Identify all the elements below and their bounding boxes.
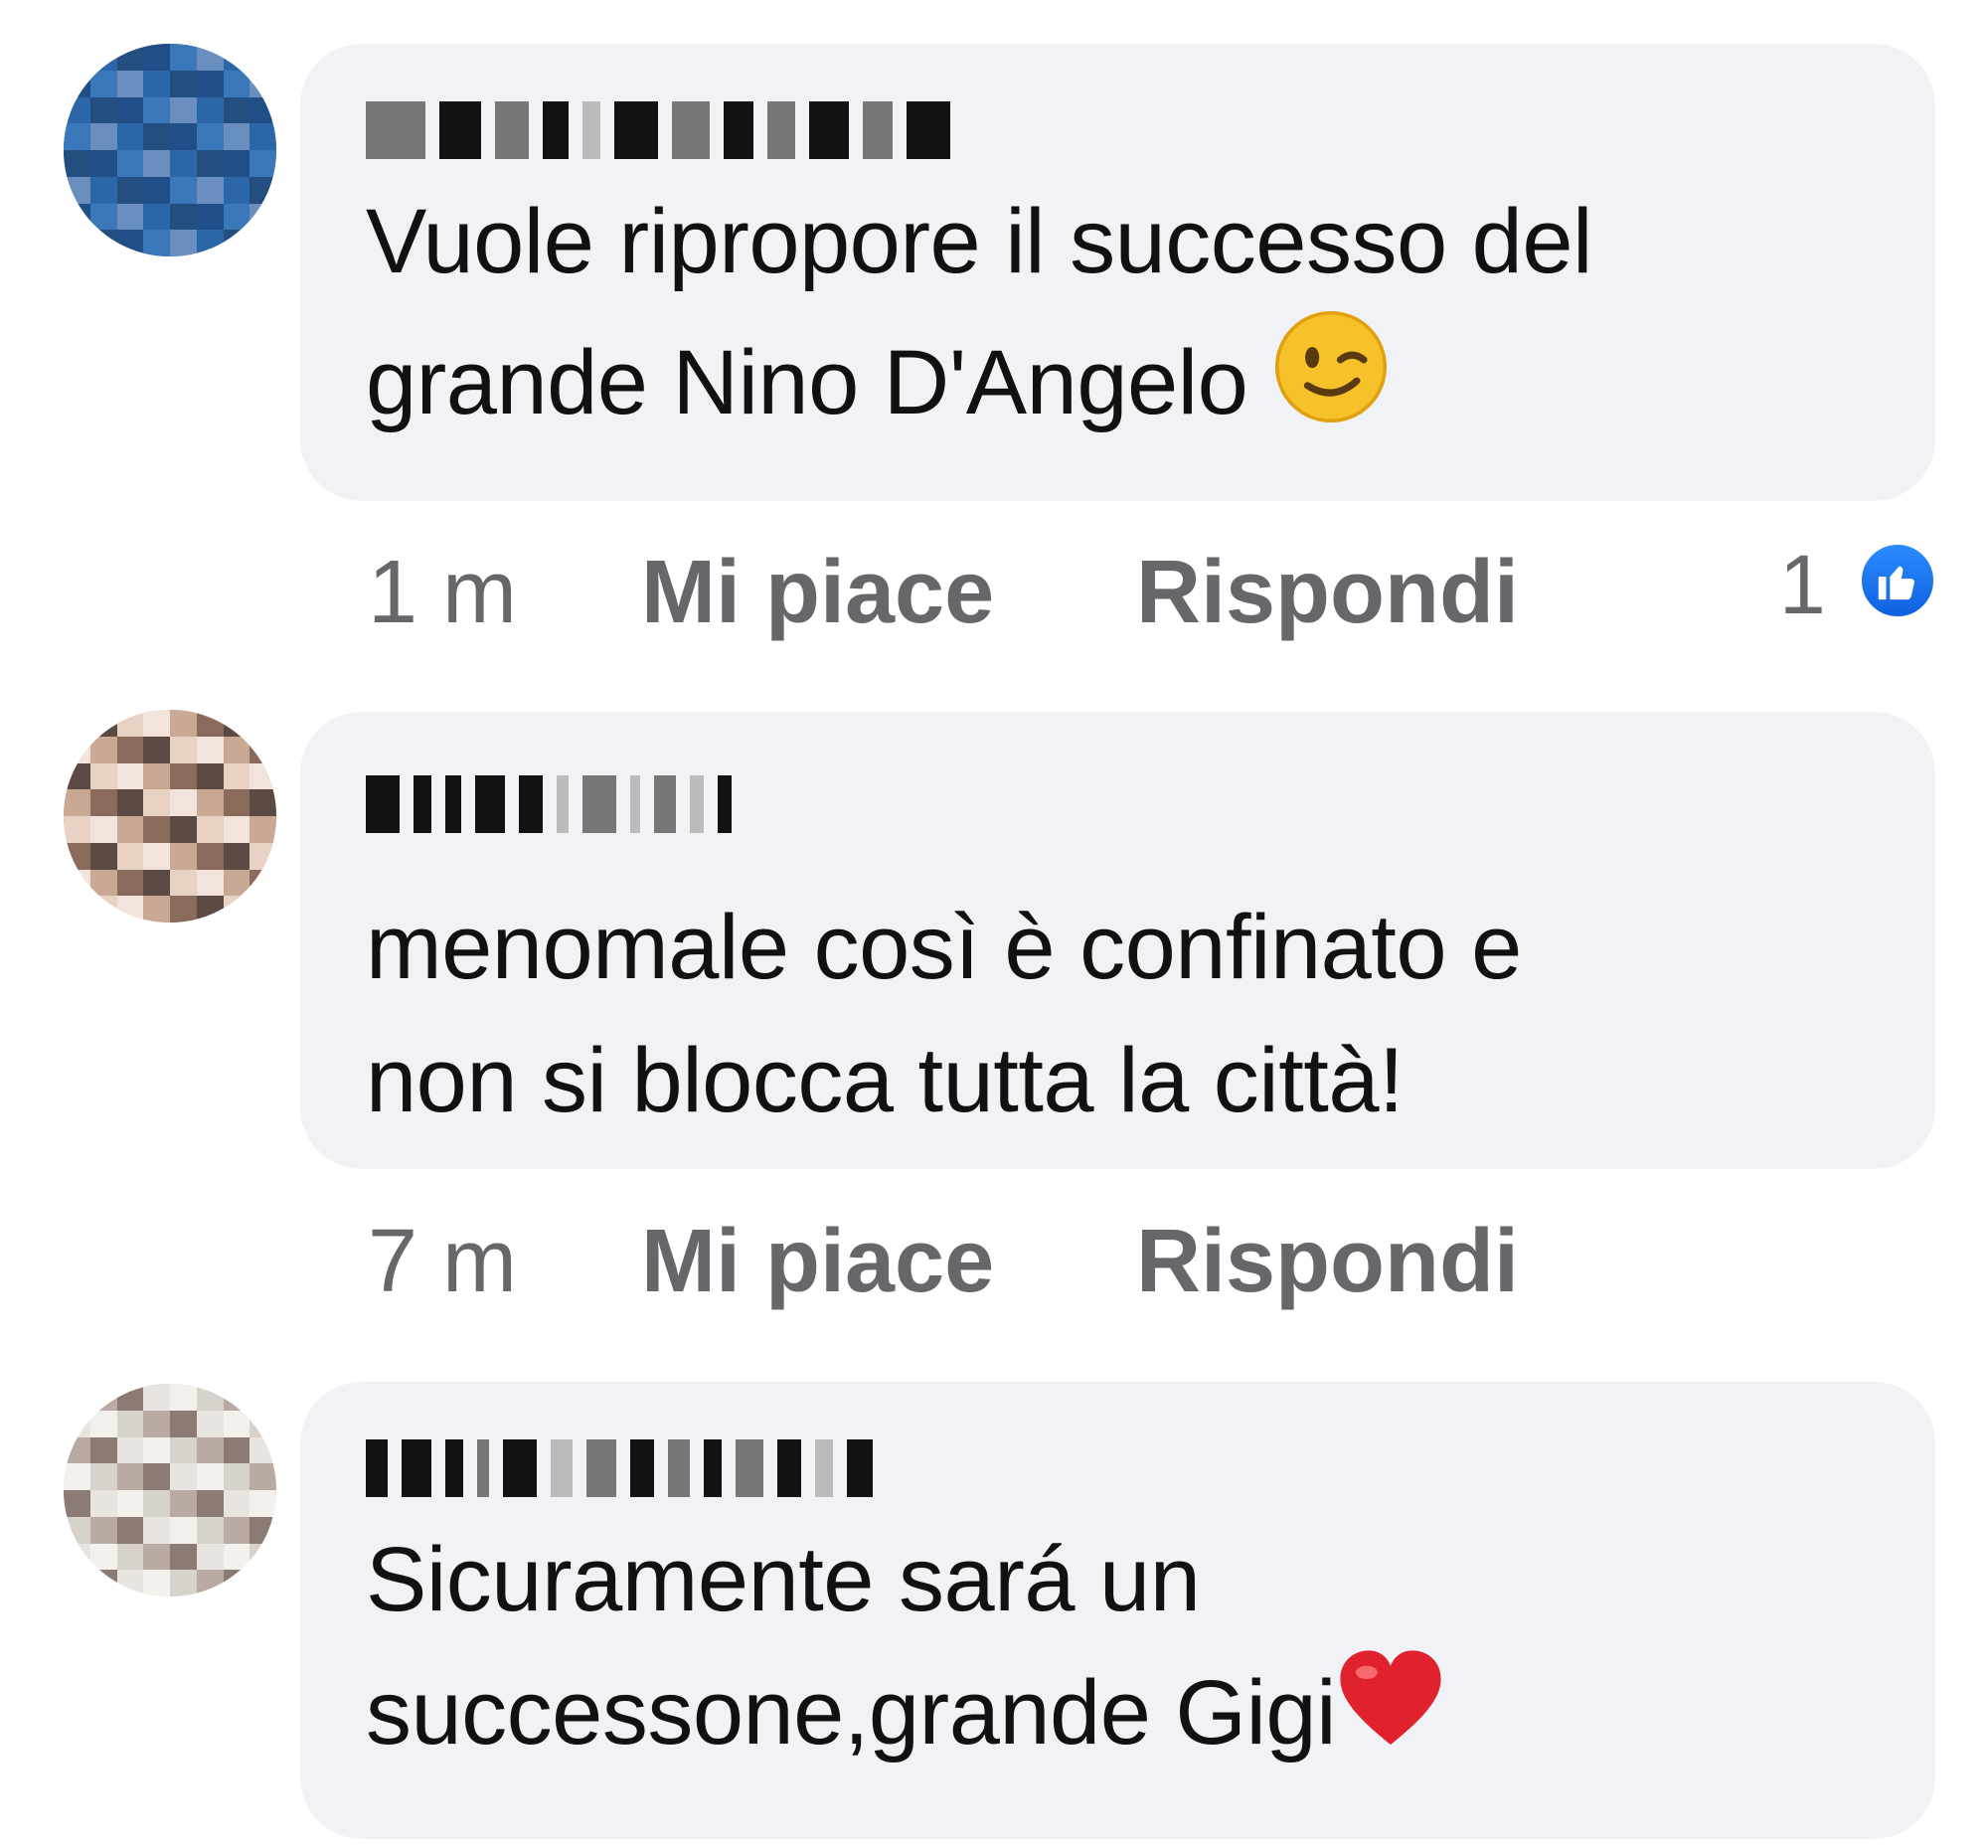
comment-text: Vuole ripropore il successo del grande N… [366,175,1935,461]
author-name-redacted[interactable] [366,85,1935,175]
avatar[interactable] [64,710,276,923]
comment-text-line: successone,grande Gigi [366,1646,1935,1791]
avatar[interactable] [64,1384,276,1596]
comment-bubble: menomale così è confinato e non si blocc… [300,712,1935,1169]
comment-text-line: Sicuramente sará un [366,1529,1201,1630]
reply-button[interactable]: Rispondi [1136,542,1519,644]
comment-actions: 7 m Mi piace Rispondi [368,1211,1519,1313]
reaction-count[interactable]: 1 [1779,537,1826,633]
comment-text-line: non si blocca tutta la città! [366,1030,1405,1131]
comment-bubble: Vuole ripropore il successo del grande N… [300,44,1935,501]
comment-text: Sicuramente sará un successone,grande Gi… [366,1513,1935,1791]
comment-text-line: menomale così è confinato e [366,897,1522,998]
timestamp[interactable]: 1 m [368,542,641,644]
winking-face-icon [1272,308,1390,461]
comment-actions: 1 m Mi piace Rispondi [368,542,1519,644]
comment-text-line: Vuole ripropore il successo del [366,191,1592,292]
like-button[interactable]: Mi piace [641,542,1136,644]
timestamp[interactable]: 7 m [368,1211,641,1313]
comment-text: menomale così è confinato e non si blocc… [366,881,1935,1147]
author-name-redacted[interactable] [366,1424,1935,1513]
avatar[interactable] [64,44,276,256]
heart-icon [1336,1646,1445,1791]
thumbs-up-icon[interactable] [1857,540,1938,621]
like-button[interactable]: Mi piace [641,1211,1136,1313]
comment-text-line: grande Nino D'Angelo [366,308,1935,461]
reply-button[interactable]: Rispondi [1136,1211,1519,1313]
comment-bubble: Sicuramente sará un successone,grande Gi… [300,1382,1935,1839]
author-name-redacted[interactable] [366,759,1935,849]
